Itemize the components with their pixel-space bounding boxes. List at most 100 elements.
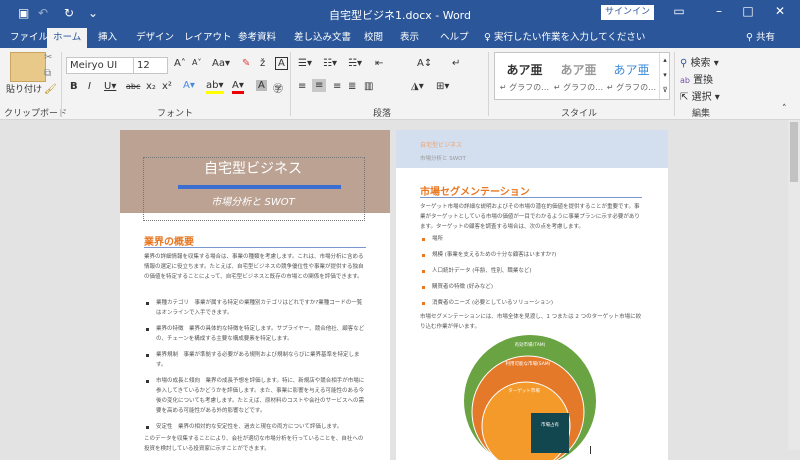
- scrollbar-thumb[interactable]: [790, 122, 798, 182]
- paragraph-group-label: 段落: [373, 109, 392, 119]
- style-no-spacing[interactable]: あア亜 ↵ グラフの…: [551, 61, 606, 93]
- person-icon: ⚲: [746, 32, 753, 43]
- list-item: 業界規制 事業が準拠する必要がある規則および規制ならびに業界基準を特定します。: [144, 350, 366, 370]
- ribbon: 貼り付け ✂ ⧉ 🖌 クリップボード Meiryo UI 12 A˄ A˅ Aa…: [0, 48, 800, 120]
- list-item: 業界の特徴 業界の具体的な特徴を特定します。サプライヤー、競合他社、顧客などの、…: [144, 324, 366, 344]
- clipboard-group-label: クリップボード: [4, 109, 68, 119]
- font-group-label: フォント: [157, 109, 194, 119]
- divider: [488, 52, 489, 116]
- align-center-icon[interactable]: ≡: [312, 79, 327, 92]
- tab-design[interactable]: デザイン: [130, 28, 180, 48]
- tell-me-input[interactable]: ♀ 実行したい作業を入力してください: [478, 28, 651, 48]
- bold-icon[interactable]: B: [70, 81, 78, 92]
- tab-home[interactable]: ホーム: [47, 28, 88, 48]
- numbering-icon[interactable]: ☷▾: [323, 58, 337, 69]
- align-right-icon[interactable]: ≡: [333, 81, 341, 92]
- editing-group-label: 編集: [692, 109, 711, 119]
- font-size-select[interactable]: 12: [133, 57, 168, 74]
- sort-icon[interactable]: A↕: [417, 58, 432, 69]
- list-item: 安定性 業界の相対的な安定性を、過去と現在の両方について評価します。: [144, 422, 366, 432]
- divider: [674, 52, 675, 116]
- styles-gallery: あア亜 ↵ グラフの… あア亜 ↵ グラフの… あア亜 ↵ グラフの… ▴ ▾ ⊽: [494, 52, 670, 100]
- intro-paragraph: 業界の詳細情報を収集する場合は、事業の種類を考慮します。これは、市場分析に含める…: [144, 254, 364, 280]
- phonetic-icon[interactable]: ž: [260, 58, 265, 69]
- style-heading1[interactable]: あア亜 ↵ グラフの…: [604, 61, 659, 93]
- borders-icon[interactable]: ⊞▾: [436, 81, 449, 92]
- style-sample: あア亜: [560, 63, 597, 77]
- share-label: 市場占有: [541, 421, 559, 428]
- tab-review[interactable]: 校閲: [358, 28, 389, 48]
- minimize-icon[interactable]: –: [704, 4, 734, 18]
- style-normal[interactable]: あア亜 ↵ グラフの…: [497, 61, 552, 93]
- shading-icon[interactable]: ◮▾: [411, 81, 424, 92]
- char-border-icon[interactable]: A: [275, 57, 288, 70]
- sam-label: 利用可能な市場(SAM): [506, 360, 551, 367]
- text-cursor: [590, 446, 591, 454]
- find-button[interactable]: ⚲ 検索 ▾: [680, 54, 719, 69]
- tab-view[interactable]: 表示: [394, 28, 425, 48]
- find-label: 検索: [690, 58, 711, 69]
- tab-help[interactable]: ヘルプ: [434, 28, 475, 48]
- italic-icon[interactable]: I: [88, 81, 91, 92]
- show-marks-icon[interactable]: ↵: [452, 58, 460, 69]
- cursor-icon: ⇱: [680, 92, 689, 103]
- style-sample: あア亜: [613, 63, 650, 77]
- divider: [61, 52, 62, 116]
- paste-button[interactable]: 貼り付け: [6, 82, 42, 95]
- share-button[interactable]: ⚲ 共有: [740, 28, 781, 48]
- replace-icon: ab: [680, 76, 690, 85]
- bullet-list: 業種カテゴリ 事業が属する特定の業種別カテゴリはどれですか?業種コードの一覧はオ…: [144, 298, 366, 454]
- title-bar: ▣ ↶ ↻ ⌄ 自宅型ビジネ1.docx - Word サインイン ▭ – □ …: [0, 0, 800, 28]
- underline-icon[interactable]: U▾: [104, 81, 116, 92]
- maximize-icon[interactable]: □: [733, 4, 763, 18]
- list-item: 市場の成長と傾向 業界の成長予想を評価します。特に、新規店や競合相手が市場に参入…: [144, 376, 366, 416]
- bullets-icon[interactable]: ☰▾: [298, 58, 312, 69]
- search-icon: ⚲: [680, 58, 688, 69]
- cut-icon[interactable]: ✂: [44, 52, 52, 63]
- text-effects-icon[interactable]: A▾: [183, 80, 195, 91]
- char-shading-icon[interactable]: A: [256, 80, 267, 91]
- tab-mailings[interactable]: 差し込み文書: [288, 28, 357, 48]
- page-1: 自宅型ビジネス 市場分析と SWOT 業界の概要 業界の詳細情報を収集する場合は…: [120, 130, 390, 460]
- subscript-icon[interactable]: x₂: [146, 81, 156, 92]
- title-underline: [178, 185, 341, 189]
- strikethrough-icon[interactable]: abc: [126, 82, 140, 91]
- font-color-icon[interactable]: A▾: [232, 80, 244, 94]
- select-button[interactable]: ⇱ 選択 ▾: [680, 88, 720, 103]
- grow-font-icon[interactable]: A˄: [174, 58, 186, 69]
- justify-icon[interactable]: ≣: [348, 81, 356, 92]
- replace-label: 置換: [693, 75, 714, 86]
- align-left-icon[interactable]: ≡: [298, 81, 306, 92]
- shrink-font-icon[interactable]: A˅: [192, 58, 201, 67]
- page-2: 自宅型ビジネス 市場分析と SWOT 市場セグメンテーション ターゲット市場の詳…: [396, 130, 668, 460]
- format-painter-icon[interactable]: 🖌: [44, 84, 57, 95]
- tell-me-text: 実行したい作業を入力してください: [494, 32, 646, 43]
- enclose-char-icon[interactable]: ㊫: [273, 80, 283, 95]
- styles-scroll[interactable]: ▴ ▾ ⊽: [659, 53, 670, 99]
- tab-insert[interactable]: 挿入: [92, 28, 123, 48]
- change-case-icon[interactable]: Aa▾: [212, 58, 230, 69]
- copy-icon[interactable]: ⧉: [44, 68, 51, 79]
- target-label: ターゲット市場: [508, 387, 540, 394]
- multilevel-list-icon[interactable]: ☵▾: [348, 58, 362, 69]
- superscript-icon[interactable]: x²: [162, 81, 172, 92]
- tab-layout[interactable]: レイアウト: [178, 28, 238, 48]
- clear-format-icon[interactable]: ✎: [242, 58, 250, 69]
- ribbon-display-icon[interactable]: ▭: [664, 4, 694, 18]
- market-size-diagram[interactable]: 有効市場(TAM) 利用可能な市場(SAM) ターゲット市場 市場占有: [396, 130, 668, 460]
- distributed-icon[interactable]: ▥: [364, 81, 373, 92]
- close-icon[interactable]: ✕: [765, 4, 795, 18]
- font-name-select[interactable]: Meiryo UI: [66, 57, 134, 74]
- style-name: ↵ グラフの…: [553, 83, 604, 92]
- document-subtitle: 市場分析と SWOT: [211, 197, 295, 208]
- select-label: 選択: [691, 92, 712, 103]
- tab-references[interactable]: 参考資料: [232, 28, 282, 48]
- signin-button[interactable]: サインイン: [601, 5, 654, 20]
- replace-button[interactable]: ab 置換: [680, 71, 713, 86]
- paste-icon[interactable]: [10, 52, 46, 82]
- decrease-indent-icon[interactable]: ⇤: [375, 58, 383, 69]
- document-title: 自宅型ビジネス: [204, 161, 302, 177]
- style-sample: あア亜: [506, 63, 543, 77]
- highlight-icon[interactable]: ab▾: [206, 80, 224, 94]
- collapse-ribbon-icon[interactable]: ˄: [782, 104, 787, 114]
